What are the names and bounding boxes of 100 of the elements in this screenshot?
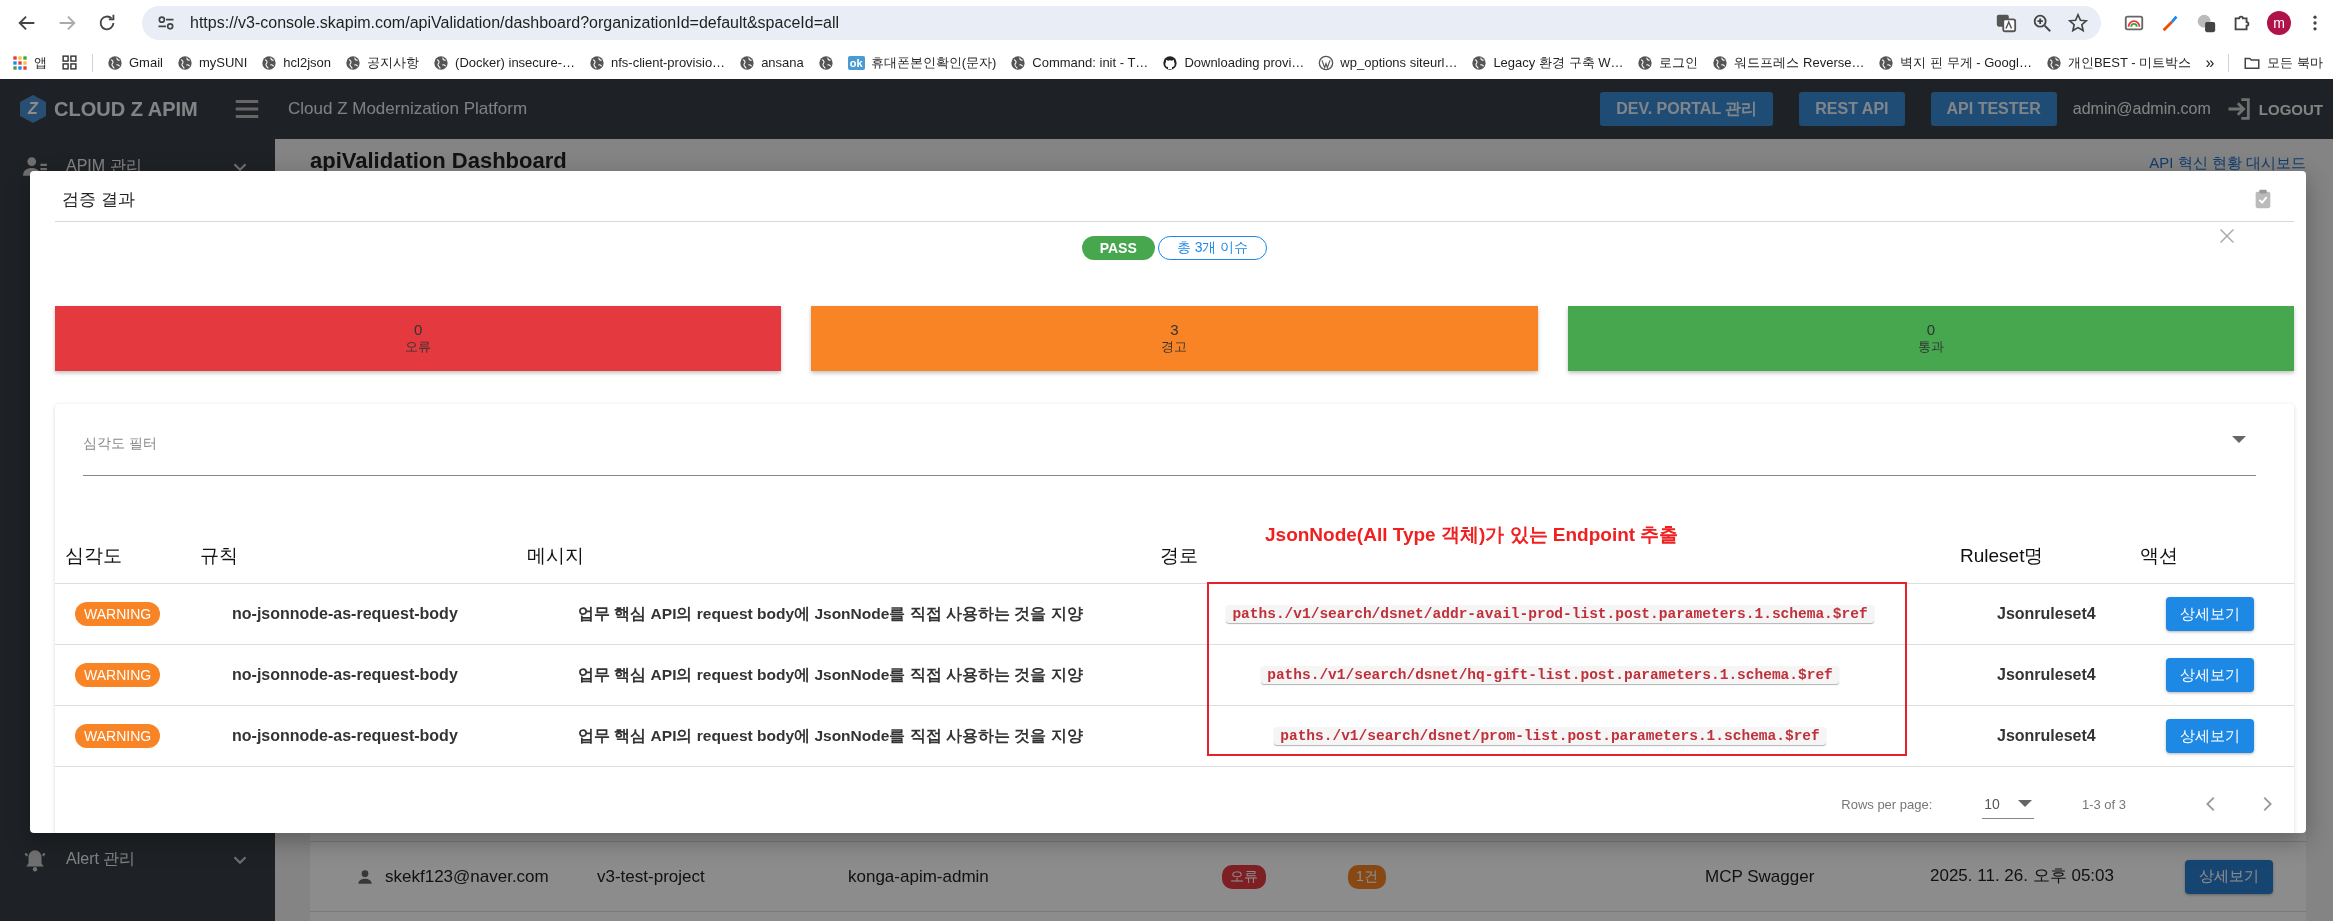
table-cell-text: 업무 핵심 API의 request body에 JsonNode를 직접 사용하는 것을 지양: [577, 603, 1084, 624]
code-path: paths./v1/search/dsnet/prom-list.post.parameters.1.schema.$ref: [1274, 727, 1826, 745]
translate-icon[interactable]: [1995, 12, 2017, 34]
bookmark[interactable]: 워드프레스 Reverse…: [1712, 53, 1865, 72]
bookmark[interactable]: Gmail: [107, 54, 163, 71]
globe-icon: [107, 54, 123, 71]
severity-badge: WARNING: [75, 724, 161, 748]
globe-icon: [1010, 54, 1027, 71]
column-header: 경로: [1160, 545, 1198, 566]
star-icon[interactable]: [2067, 12, 2089, 34]
detail-button[interactable]: 상세보기: [2166, 597, 2254, 631]
globe-icon: [1637, 54, 1654, 71]
w-logo-icon: [1318, 54, 1335, 71]
rows-per-page-select[interactable]: 10: [1982, 789, 2034, 819]
summary-label: 오류: [405, 338, 432, 356]
table-cell-text: no-jsonnode-as-request-body: [231, 605, 459, 623]
issue-count-chip: 총 3개 이슈: [1157, 236, 1268, 260]
logo-text: CLOUD Z APIM: [54, 97, 198, 121]
caret-icon: [2017, 800, 2032, 807]
user-email: admin@admin.com: [2072, 100, 2211, 118]
filter-select[interactable]: 심각도 필터: [83, 404, 2256, 476]
status-badge: 오류: [1222, 864, 1266, 889]
site-settings-icon[interactable]: [156, 13, 176, 33]
bookmark[interactable]: nfs-client-provisio…: [588, 54, 726, 71]
result-chip: PASS: [1081, 236, 1155, 260]
summary-label: 경고: [1161, 338, 1188, 356]
url-text: https://v3-console.skapim.com/apiValidation/dashboard?organizationId=default&spaceId=all: [190, 14, 839, 32]
dialog-title: 검증 결과: [62, 188, 135, 211]
more-bookmarks-button[interactable]: »: [2205, 53, 2215, 72]
table-cell-text: Jsonruleset4: [1996, 666, 2097, 684]
tab-grid-icon[interactable]: [61, 54, 78, 71]
logo-icon: Z: [20, 95, 46, 123]
annotation-text: JsonNode(All Type 객체)가 있는 Endpoint 추출: [1265, 523, 1679, 547]
column-header: Ruleset명: [1960, 545, 2044, 566]
globe-icon: [176, 54, 193, 71]
cat-logo-icon: [1162, 54, 1179, 71]
code-path: paths./v1/search/dsnet/addr-avail-prod-list.post.parameters.1.schema.$ref: [1226, 605, 1874, 623]
globe-icon: [433, 54, 450, 71]
table-cell-text: konga-apim-admin: [848, 866, 990, 887]
platform-title: Cloud Z Modernization Platform: [288, 99, 528, 119]
globe-icon: [739, 54, 756, 71]
bookmark[interactable]: Legacy 환경 구축 W…: [1471, 53, 1624, 72]
table-cell-text: skekf123@naver.com: [385, 866, 550, 887]
table-cell-text: v3-test-project: [597, 866, 706, 887]
severity-badge: WARNING: [75, 663, 161, 687]
globe-icon: [2045, 54, 2062, 71]
globe-icon: [1878, 54, 1895, 71]
address-bar[interactable]: https://v3-console.skapim.com/apiValidation/dashboard?organizationId=default&spaceId=all: [142, 6, 2101, 40]
column-header: 액션: [2140, 545, 2178, 566]
table-cell-text: 2025. 11. 26. 오후 05:03: [1930, 867, 2115, 886]
profile-avatar[interactable]: m: [2267, 11, 2291, 35]
bookmark[interactable]: (Docker) insecure-…: [433, 54, 575, 71]
bookmark[interactable]: 벽지 핀 무게 - Googl…: [1878, 53, 2032, 72]
bookmark[interactable]: 로그인: [1637, 53, 1699, 72]
count-badge: 1건: [1348, 864, 1386, 889]
bookmark[interactable]: wp_options siteurl…: [1318, 54, 1458, 71]
severity-badge: WARNING: [75, 602, 161, 626]
rows-per-page-label: Rows per page:: [1841, 796, 1933, 812]
bookmark[interactable]: 개인BEST - 미트박스: [2045, 53, 2192, 72]
table-cell-text: Jsonruleset4: [1996, 727, 2097, 745]
bookmark[interactable]: Command: init - T…: [1010, 54, 1149, 71]
bookmark[interactable]: [817, 54, 834, 71]
bookmark-folder[interactable]: 모든 북마: [2243, 53, 2323, 72]
caret-icon: [2232, 436, 2246, 443]
bookmark[interactable]: 앱: [12, 53, 47, 72]
globe-icon: [817, 54, 834, 71]
zoom-icon[interactable]: [2031, 12, 2053, 34]
summary-count: 0: [1926, 321, 1935, 338]
globe-icon: [1471, 54, 1488, 71]
table-cell-text: 업무 핵심 API의 request body에 JsonNode를 직접 사용하는 것을 지양: [577, 664, 1084, 685]
logout-button[interactable]: LOGOUT: [2224, 95, 2323, 123]
globe-icon: [261, 54, 278, 71]
table-cell-text: no-jsonnode-as-request-body: [231, 727, 459, 745]
bookmark[interactable]: ok 휴대폰본인확인(문자): [847, 53, 997, 72]
summary-count: 0: [414, 321, 423, 338]
summary-label: 통과: [1917, 338, 1944, 356]
table-cell-text: 업무 핵심 API의 request body에 JsonNode를 직접 사용하는 것을 지양: [577, 725, 1084, 746]
page-title: apiValidation Dashboard: [310, 148, 567, 174]
apps-grid-icon: [12, 54, 28, 71]
extension-icon[interactable]: [2195, 12, 2217, 34]
globe-icon: [345, 54, 362, 71]
ok-badge: ok: [847, 55, 865, 70]
table-cell-text: no-jsonnode-as-request-body: [231, 666, 459, 684]
globe-icon: [588, 54, 605, 71]
bookmark[interactable]: 공지사항: [345, 53, 420, 72]
summary-count: 3: [1170, 321, 1179, 338]
bookmark[interactable]: ansana: [739, 54, 804, 71]
bookmark[interactable]: hcl2json: [261, 54, 332, 71]
bookmark[interactable]: mySUNI: [176, 54, 248, 71]
bookmark[interactable]: Downloading provi…: [1162, 54, 1305, 71]
table-cell-text: MCP Swagger: [1705, 866, 1816, 887]
table-cell-text: Jsonruleset4: [1996, 605, 2097, 623]
detail-button[interactable]: 상세보기: [2166, 658, 2254, 692]
code-path: paths./v1/search/dsnet/hq-gift-list.post.parameters.1.schema.$ref: [1261, 666, 1839, 684]
column-header: 메시지: [527, 545, 584, 566]
page-range: 1-3 of 3: [2081, 796, 2126, 812]
globe-icon: [1712, 54, 1729, 71]
column-header: 규칙: [200, 545, 238, 566]
sidebar-item[interactable]: Alert 관리: [0, 832, 275, 887]
detail-button[interactable]: 상세보기: [2166, 719, 2254, 753]
